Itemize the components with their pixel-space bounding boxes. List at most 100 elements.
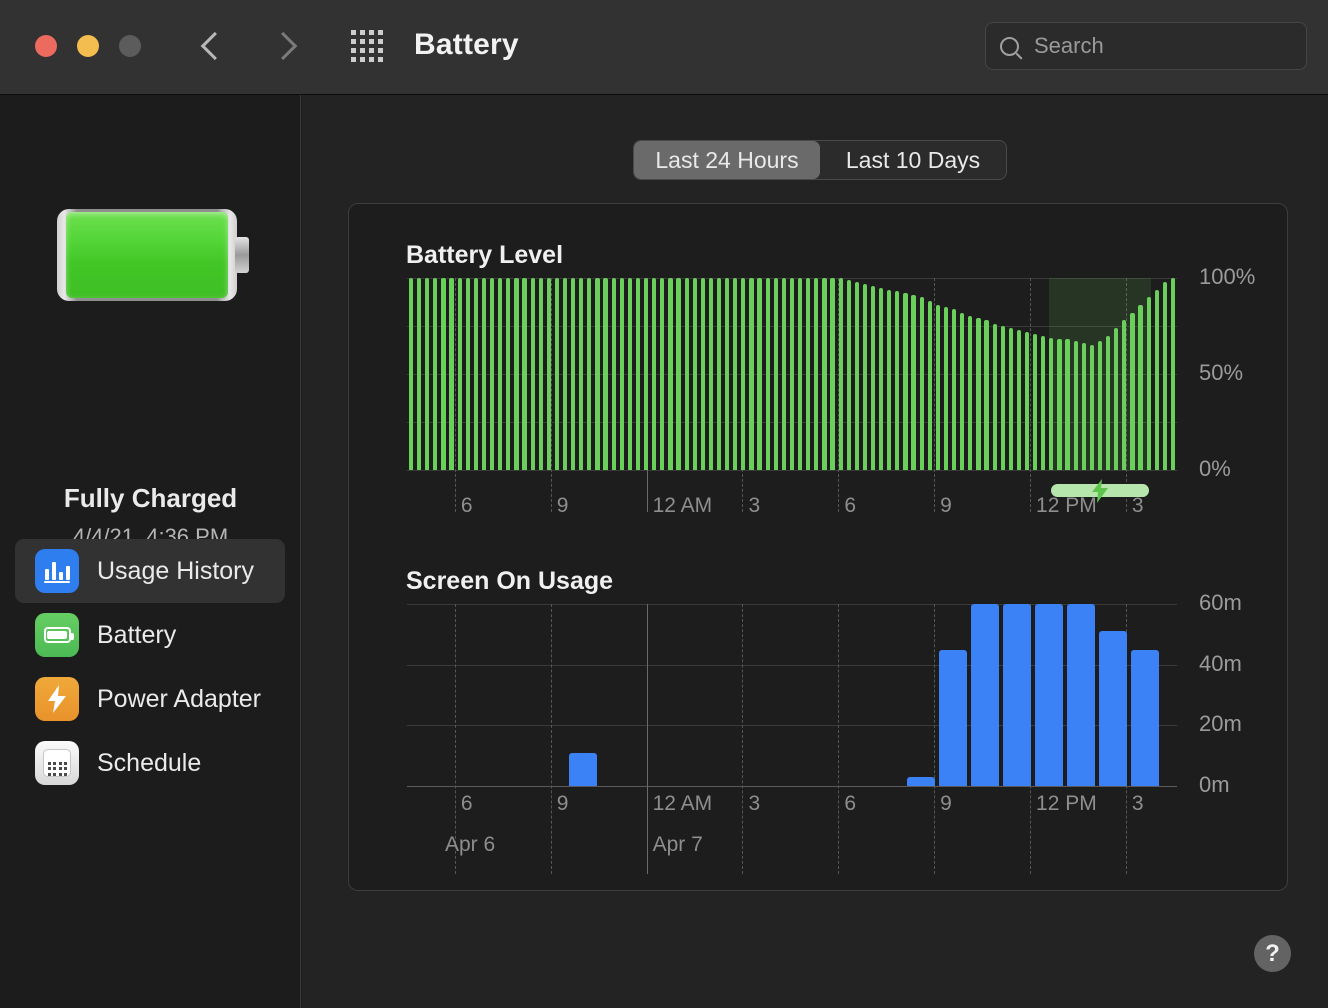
battery-level-bar <box>1049 337 1054 470</box>
battery-level-bar <box>781 278 786 470</box>
battery-level-bar <box>433 278 438 470</box>
screen-usage-bar <box>1003 604 1032 786</box>
sidebar-item-label: Usage History <box>97 556 254 585</box>
screen-usage-bar <box>939 649 968 786</box>
battery-preferences-window: Battery Search Fully Charged 4/4/21, 4:3… <box>0 0 1328 1008</box>
x-axis-label: 9 <box>940 494 952 517</box>
time-range-segmented-control[interactable]: Last 24 Hours Last 10 Days <box>633 140 1007 180</box>
battery-level-bar <box>1170 278 1176 470</box>
x-axis-label: 12 AM <box>652 494 713 517</box>
battery-level-bar <box>538 278 543 470</box>
battery-level-bar <box>887 289 892 470</box>
battery-level-bar <box>789 278 795 470</box>
battery-level-bar <box>668 278 673 470</box>
show-all-icon <box>351 30 383 62</box>
battery-level-bar <box>733 278 738 470</box>
sidebar-item-schedule[interactable]: Schedule <box>15 731 285 795</box>
battery-level-bar <box>1162 281 1167 470</box>
battery-level-bar <box>1081 343 1086 470</box>
battery-level-bar <box>960 312 965 470</box>
battery-level-bar <box>984 320 989 470</box>
tab-last-24-hours[interactable]: Last 24 Hours <box>634 141 820 179</box>
battery-level-bar <box>968 316 973 470</box>
y-axis-label: 0% <box>1199 456 1231 481</box>
minimize-button[interactable] <box>77 35 99 57</box>
help-button[interactable]: ? <box>1254 935 1291 972</box>
battery-level-bar <box>660 278 665 470</box>
battery-level-bar <box>1105 335 1111 470</box>
battery-level-bar <box>1089 345 1094 470</box>
battery-bars <box>407 278 1177 470</box>
schedule-icon <box>35 741 79 785</box>
battery-level-bar <box>473 278 478 470</box>
battery-level-bar <box>627 278 632 470</box>
battery-level-bar <box>465 278 470 470</box>
x-axis-label: 3 <box>1131 494 1144 517</box>
battery-level-bar <box>976 318 981 470</box>
x-axis-label: 3 <box>748 792 761 815</box>
search-icon <box>1000 36 1019 56</box>
battery-level-bar <box>814 278 819 470</box>
battery-level-bar <box>1146 297 1151 470</box>
battery-level-bar <box>579 278 584 470</box>
battery-level-bar <box>1065 339 1070 470</box>
sidebar-item-power-adapter[interactable]: Power Adapter <box>15 667 285 731</box>
screen-usage-bar <box>1131 649 1160 786</box>
show-all-button[interactable] <box>344 26 390 66</box>
screen-usage-bar <box>568 752 597 786</box>
x-axis-label: 6 <box>460 792 473 815</box>
battery-level-bar <box>546 278 551 470</box>
battery-level-bar <box>684 278 689 470</box>
battery-level-bar <box>571 278 576 470</box>
back-button[interactable] <box>188 21 236 71</box>
tab-last-10-days[interactable]: Last 10 Days <box>820 141 1006 179</box>
y-axis-label: 40m <box>1199 650 1242 676</box>
battery-level-bar <box>643 278 649 470</box>
sidebar-item-usage-history[interactable]: Usage History <box>15 539 285 603</box>
close-button[interactable] <box>35 35 57 57</box>
battery-level-bar <box>951 308 957 470</box>
battery-level-bar <box>765 278 770 470</box>
battery-level-bar <box>992 324 997 470</box>
battery-level-bar <box>1057 339 1062 470</box>
battery-level-bar <box>619 278 624 470</box>
sidebar-nav: Usage History Battery Power Adapter Sche… <box>15 539 285 795</box>
battery-level-bar <box>773 278 778 470</box>
battery-level-bar <box>879 287 884 470</box>
battery-level-bar <box>449 278 454 470</box>
x-axis-label: 6 <box>460 494 473 517</box>
forward-button[interactable] <box>262 21 310 71</box>
battery-level-bar <box>1008 327 1013 470</box>
battery-level-bar <box>441 278 446 470</box>
battery-level-bar <box>716 278 722 470</box>
x-axis-label: 12 AM <box>652 792 713 815</box>
power-adapter-icon <box>35 677 79 721</box>
battery-level-bar <box>425 278 430 470</box>
battery-level-bar <box>1130 312 1135 470</box>
battery-level-bar <box>708 278 714 470</box>
screen-usage-bar <box>1099 631 1128 786</box>
x-axis-date-label: Apr 6 <box>444 833 496 856</box>
y-axis-label: 50% <box>1199 360 1244 385</box>
sidebar-item-battery[interactable]: Battery <box>15 603 285 667</box>
battery-level-bar <box>603 278 608 470</box>
screen-usage-bar <box>1067 604 1096 786</box>
battery-level-bar <box>554 278 560 470</box>
battery-level-bar <box>919 297 924 470</box>
x-axis-label: 12 PM <box>1036 792 1097 815</box>
battery-level-bar <box>587 278 592 470</box>
battery-level-bar <box>1097 341 1103 470</box>
battery-level-bar <box>854 281 859 470</box>
battery-level-bar <box>1073 341 1078 470</box>
battery-level-bar <box>903 293 908 470</box>
window-controls <box>35 35 141 57</box>
battery-level-bar <box>797 278 803 470</box>
battery-level-bar <box>943 306 949 470</box>
search-field[interactable]: Search <box>985 22 1307 70</box>
screen-on-usage-chart-title: Screen On Usage <box>406 567 614 595</box>
battery-level-bar <box>692 278 697 470</box>
battery-level-bar <box>895 291 900 470</box>
zoom-button <box>119 35 141 57</box>
window-titlebar: Battery Search <box>0 0 1328 95</box>
battery-level-bar <box>806 278 811 470</box>
